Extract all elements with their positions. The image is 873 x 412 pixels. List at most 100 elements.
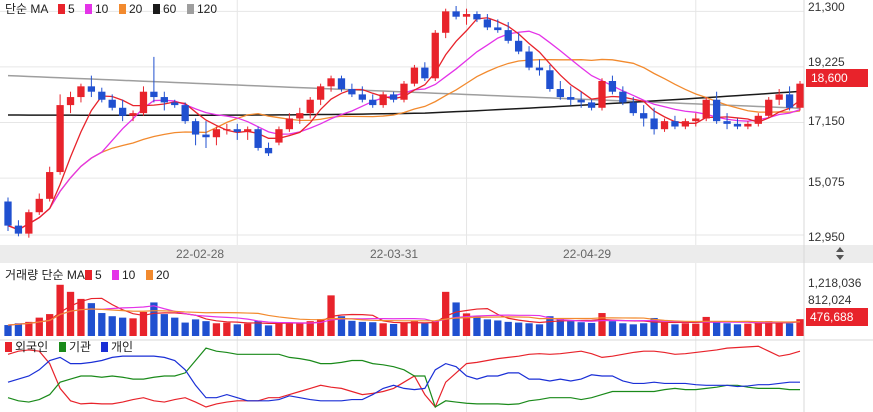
candle-body	[77, 86, 85, 98]
candle-body	[712, 99, 721, 122]
date-label-1: 22-03-31	[370, 247, 418, 261]
volume-bar	[692, 323, 700, 336]
volume-bar	[389, 323, 398, 336]
candle-body	[316, 86, 325, 100]
volume-tick-1: 812,024	[808, 293, 852, 307]
volume-bar	[629, 324, 637, 336]
candle-body	[25, 212, 33, 234]
volume-bar	[504, 321, 512, 336]
current-volume-value: 476,688	[810, 310, 854, 324]
candle-body	[421, 67, 429, 79]
candle-body	[296, 113, 304, 119]
candle-body	[483, 19, 492, 28]
volume-bar	[160, 314, 168, 336]
investor-legend[interactable]: 외국인 기관 개인	[5, 340, 133, 354]
investor-legend-swatch-0	[5, 342, 12, 352]
date-label-0: 22-02-28	[176, 247, 224, 261]
volume-bar	[567, 321, 575, 336]
volume-bar	[671, 324, 679, 336]
candle-body	[202, 134, 210, 138]
candle-body	[108, 99, 116, 108]
volume-bar	[223, 322, 231, 336]
price-tick-2: 17,150	[808, 114, 845, 128]
volume-bar	[77, 298, 85, 336]
candle-body	[348, 89, 356, 95]
volume-bar	[598, 313, 606, 336]
volume-bar	[108, 316, 116, 336]
candle-body	[587, 102, 596, 108]
candle-body	[692, 118, 700, 122]
price-tick-0: 21,300	[808, 0, 845, 14]
candle-body	[275, 129, 283, 143]
candle-body	[431, 32, 439, 79]
price-legend-swatch-60	[153, 4, 160, 14]
investor-legend-item-0: 외국인	[15, 340, 48, 354]
volume-legend-swatch-5	[85, 270, 92, 280]
volume-bar	[171, 317, 179, 336]
stock-chart: 21,300 19,225 17,150 15,075 12,950 18,60…	[0, 0, 873, 412]
price-legend-item-120: 120	[197, 2, 217, 16]
candle-body	[775, 94, 783, 100]
price-legend-item-60: 60	[163, 2, 177, 16]
candle-body	[233, 129, 241, 132]
volume-bar	[681, 323, 690, 336]
volume-bar	[535, 324, 544, 336]
volume-bar	[577, 322, 585, 336]
candle-body	[191, 121, 200, 135]
candle-body	[442, 11, 450, 33]
volume-bar	[587, 322, 596, 336]
investor-legend-swatch-1	[59, 342, 66, 352]
price-legend-item-5: 5	[68, 2, 75, 16]
candle-body	[35, 198, 43, 213]
candle-body	[754, 115, 762, 124]
candle-body	[546, 70, 554, 90]
candle-body	[87, 86, 96, 92]
candle-body	[181, 105, 189, 122]
volume-bar	[296, 323, 304, 336]
volume-bar	[233, 324, 241, 336]
price-legend-swatch-10	[85, 4, 92, 14]
volume-bar	[35, 317, 43, 336]
candle-body	[650, 118, 658, 130]
volume-bar	[483, 319, 492, 336]
price-legend-swatch-120	[187, 4, 194, 14]
investor-legend-item-2: 개인	[111, 340, 133, 354]
candle-body	[744, 123, 752, 127]
investor-legend-swatch-2	[101, 342, 108, 352]
candle-body	[98, 91, 106, 100]
volume-bar	[379, 323, 387, 336]
volume-bar	[358, 321, 366, 336]
candle-body	[306, 99, 314, 114]
candle-body	[494, 27, 502, 31]
price-legend-label: 단순 MA	[5, 2, 48, 16]
volume-bar	[702, 316, 710, 336]
candle-body	[556, 89, 564, 98]
candle-body	[400, 83, 408, 100]
candle-body	[785, 94, 794, 108]
candle-body	[389, 94, 398, 100]
volume-bar	[369, 322, 377, 336]
candle-body	[681, 121, 690, 127]
volume-bar	[619, 323, 627, 336]
candle-body	[629, 102, 637, 114]
volume-bar	[452, 302, 460, 336]
candle-body	[46, 172, 54, 199]
volume-bar	[181, 322, 189, 336]
volume-legend-swatch-20	[146, 270, 153, 280]
candle-body	[244, 129, 252, 132]
volume-bar	[98, 313, 106, 336]
price-legend-item-10: 10	[95, 2, 109, 16]
volume-bar	[191, 319, 200, 336]
volume-bar	[514, 322, 523, 336]
volume-legend-swatch-10	[112, 270, 119, 280]
candle-body	[369, 99, 377, 106]
volume-bar	[421, 323, 429, 336]
candle-body	[337, 78, 346, 90]
volume-bar	[775, 322, 783, 336]
volume-bar	[754, 322, 762, 336]
volume-tick-0: 1,218,036	[808, 276, 862, 290]
volume-legend-label: 거래량 단순 MA	[5, 268, 85, 282]
volume-bar	[525, 323, 533, 336]
candle-body	[525, 51, 533, 68]
volume-bar	[202, 321, 210, 336]
